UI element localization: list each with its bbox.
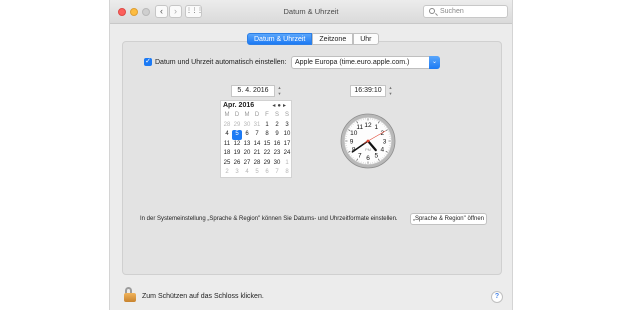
calendar-day[interactable]: 31 (252, 121, 262, 131)
clock-numeral: 10 (350, 130, 358, 137)
calendar: Apr. 2016 ◂●▸ M D M D F S S 28 29 30 31 1 2 3 4 5 6 7 8 9 10… (220, 100, 292, 178)
calendar-weekday: M (224, 112, 230, 118)
tab-uhr[interactable]: Uhr (353, 33, 379, 45)
calendar-day[interactable]: 4 (222, 130, 232, 140)
clock-numeral: 12 (364, 122, 372, 129)
calendar-day[interactable]: 30 (272, 159, 282, 169)
tab-bar: Datum & Uhrzeit Zeitzone Uhr (247, 33, 379, 45)
calendar-day[interactable]: 24 (282, 149, 292, 159)
calendar-day[interactable]: 23 (272, 149, 282, 159)
analog-clock: 121234567891011PM (340, 113, 396, 169)
auto-time-row: ✓ Datum und Uhrzeit automatisch einstell… (144, 58, 287, 66)
calendar-weekday: M (244, 112, 250, 118)
clock-center-cap (366, 139, 370, 143)
calendar-day[interactable]: 9 (272, 130, 282, 140)
calendar-day[interactable]: 1 (262, 121, 272, 131)
calendar-day[interactable]: 26 (232, 159, 242, 169)
clock-numeral: 7 (358, 153, 362, 160)
calendar-day[interactable]: 7 (272, 168, 282, 178)
calendar-weekday: S (284, 112, 289, 118)
time-server-select[interactable]: Apple Europa (time.euro.apple.com.) ⌄ (291, 56, 440, 69)
clock-numeral: 9 (350, 138, 354, 145)
calendar-day[interactable]: 14 (252, 140, 262, 150)
clock-numeral: 11 (356, 124, 363, 131)
clock-numeral: 5 (374, 153, 378, 160)
calendar-day[interactable]: 8 (262, 130, 272, 140)
calendar-day[interactable]: 6 (242, 130, 252, 140)
calendar-day[interactable]: 20 (242, 149, 252, 159)
calendar-day[interactable]: 7 (252, 130, 262, 140)
title-bar: ‹ › ⋮⋮⋮ Datum & Uhrzeit Suchen (110, 0, 512, 24)
clock-meridiem: PM (365, 147, 371, 152)
calendar-day[interactable]: 6 (262, 168, 272, 178)
calendar-day[interactable]: 22 (262, 149, 272, 159)
calendar-day[interactable]: 12 (232, 140, 242, 150)
format-info-text: In der Systemeinstellung „Sprache & Regi… (140, 216, 398, 222)
date-stepper[interactable]: ▲ ▼ (277, 85, 282, 97)
calendar-day[interactable]: 25 (222, 159, 232, 169)
tab-zeitzone[interactable]: Zeitzone (312, 33, 354, 45)
calendar-weekday: D (254, 112, 260, 118)
help-button[interactable]: ? (491, 291, 503, 303)
calendar-day[interactable]: 8 (282, 168, 292, 178)
calendar-day[interactable]: 16 (272, 140, 282, 150)
calendar-day[interactable]: 28 (252, 159, 262, 169)
calendar-day[interactable]: 3 (282, 121, 292, 131)
calendar-day[interactable]: 29 (262, 159, 272, 169)
calendar-day[interactable]: 29 (232, 121, 242, 131)
lock-label: Zum Schützen auf das Schloss klicken. (142, 293, 264, 300)
time-stepper[interactable]: ▲ ▼ (388, 85, 393, 97)
settings-panel (122, 41, 502, 275)
clock-numeral: 3 (383, 138, 387, 145)
search-field[interactable]: Suchen (423, 5, 508, 18)
tab-datum-uhrzeit[interactable]: Datum & Uhrzeit (247, 33, 313, 45)
calendar-day[interactable]: 2 (272, 121, 282, 131)
lock-icon[interactable] (124, 287, 136, 302)
calendar-day[interactable]: 21 (252, 149, 262, 159)
calendar-day[interactable]: 19 (232, 149, 242, 159)
calendar-day[interactable]: 1 (282, 159, 292, 169)
calendar-day[interactable]: 5 (232, 130, 242, 140)
calendar-day[interactable]: 2 (222, 168, 232, 178)
calendar-day[interactable]: 11 (222, 140, 232, 150)
preferences-window: ‹ › ⋮⋮⋮ Datum & Uhrzeit Suchen Datum & U… (109, 0, 513, 310)
auto-time-label: Datum und Uhrzeit automatisch einstellen… (155, 58, 287, 66)
clock-numeral: 4 (380, 147, 384, 154)
calendar-day[interactable]: 3 (232, 168, 242, 178)
search-placeholder: Suchen (440, 8, 464, 15)
calendar-day[interactable]: 10 (282, 130, 292, 140)
calendar-weekday: F (265, 112, 269, 118)
calendar-weekday: D (234, 112, 240, 118)
calendar-grid: M D M D F S S 28 29 30 31 1 2 3 4 5 6 7 8 9 10 11 12 13 14 15 16 17… (222, 111, 292, 178)
calendar-day[interactable]: 28 (222, 121, 232, 131)
calendar-day[interactable]: 27 (242, 159, 252, 169)
open-language-region-button[interactable]: „Sprache & Region" öffnen (410, 213, 487, 225)
calendar-weekday: S (274, 112, 279, 118)
calendar-day[interactable]: 15 (262, 140, 272, 150)
calendar-day[interactable]: 17 (282, 140, 292, 150)
auto-time-checkbox[interactable]: ✓ (144, 58, 152, 66)
date-input[interactable]: 5. 4. 2016 (231, 85, 275, 97)
search-icon (429, 8, 435, 14)
calendar-nav-icon[interactable]: ◂●▸ (272, 102, 288, 109)
time-server-value: Apple Europa (time.euro.apple.com.) (295, 59, 410, 66)
clock-numeral: 1 (374, 124, 378, 131)
clock-numeral: 6 (366, 155, 370, 162)
calendar-month: Apr. 2016 (223, 102, 255, 109)
calendar-day[interactable]: 18 (222, 149, 232, 159)
time-input[interactable]: 16:39:10 (350, 85, 386, 97)
calendar-day[interactable]: 4 (242, 168, 252, 178)
calendar-day[interactable]: 30 (242, 121, 252, 131)
chevron-down-icon: ⌄ (429, 56, 440, 69)
calendar-day[interactable]: 13 (242, 140, 252, 150)
calendar-day[interactable]: 5 (252, 168, 262, 178)
